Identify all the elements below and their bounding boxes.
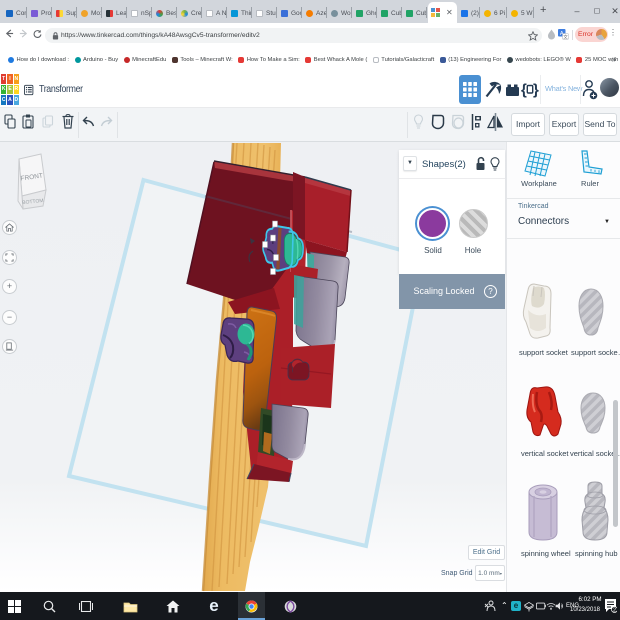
svg-text:文: 文 [563,33,568,40]
svg-text:{: { [521,82,527,99]
svg-text:}: } [533,82,539,99]
svg-text:2: 2 [613,608,616,613]
